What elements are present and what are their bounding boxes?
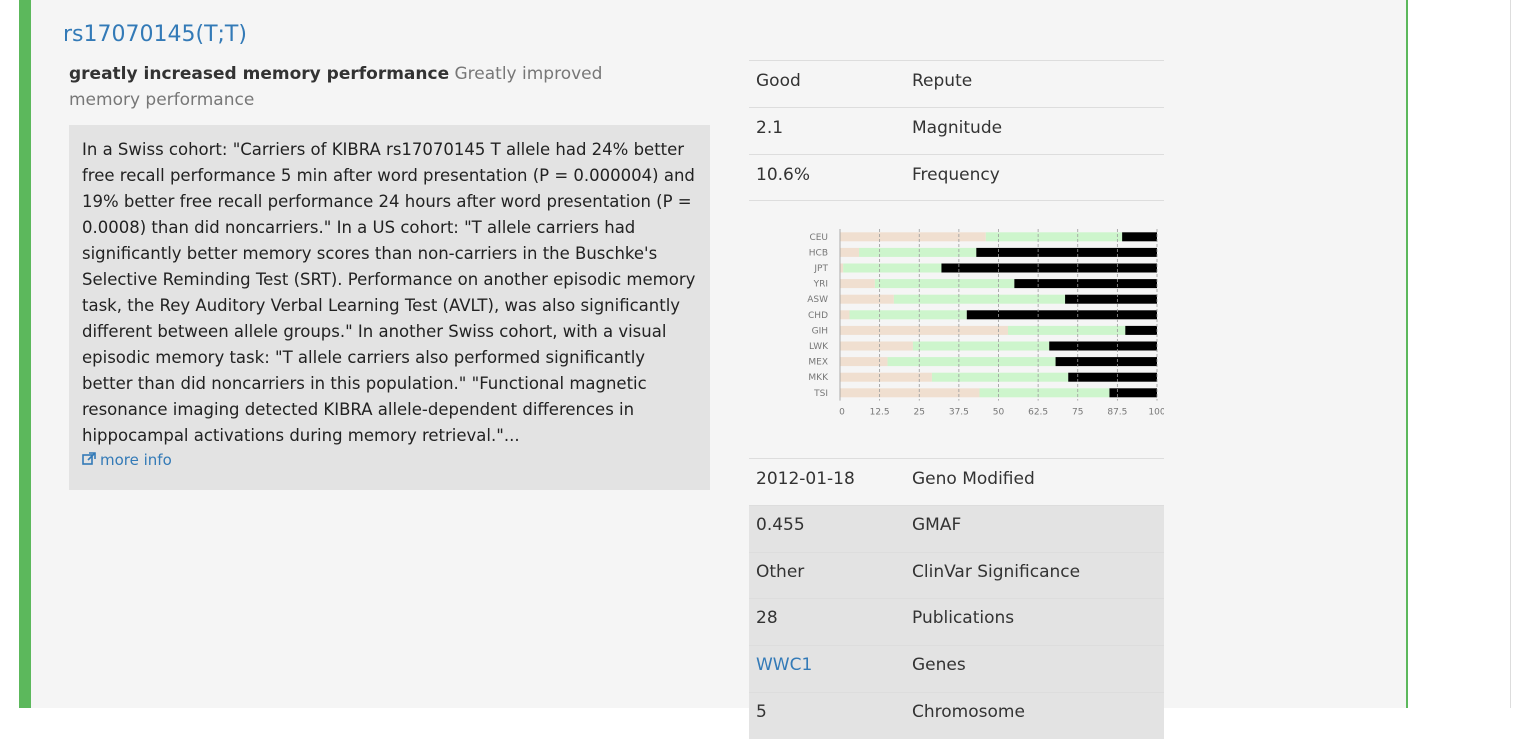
bar-mkk-segment-1	[840, 372, 932, 382]
x-tick-label-100: 100	[1148, 408, 1164, 418]
category-label-jpt: JPT	[813, 264, 828, 274]
repute-label: Repute	[912, 71, 973, 91]
info-table-top: Good Repute 2.1 Magnitude 10.6% Frequenc…	[749, 60, 1164, 201]
category-label-lwk: LWK	[809, 342, 829, 352]
external-link-icon	[82, 452, 96, 465]
population-frequency-chart: CEU HCB JPT YRI ASW CHD GIH LWK MEX MKK TSI 0 12.5 25…	[807, 229, 1164, 418]
bar-yri-segment-3	[1014, 279, 1157, 289]
category-label-ceu: CEU	[809, 233, 828, 243]
bar-tsi-segment-2	[979, 388, 1110, 398]
bar-yri-segment-1	[840, 279, 875, 289]
summary-bold: greatly increased memory performance	[69, 64, 450, 84]
category-label-asw: ASW	[807, 295, 828, 305]
magnitude-label: Magnitude	[912, 118, 1003, 138]
genotype-summary: greatly increased memory performance Gre…	[69, 61, 669, 113]
info-table-bottom: 2012-01-18 Geno Modified 0.455 GMAF Othe…	[749, 458, 1164, 739]
x-tick-label-87.5: 87.5	[1107, 408, 1127, 418]
bar-asw-segment-1	[840, 294, 894, 304]
bar-mkk-segment-3	[1068, 372, 1157, 382]
gene-link[interactable]: WWC1	[756, 655, 812, 675]
more-info-link[interactable]: more info	[82, 451, 172, 469]
category-label-chd: CHD	[808, 311, 828, 321]
category-label-yri: YRI	[813, 280, 828, 290]
x-tick-label-37.5: 37.5	[949, 408, 969, 418]
bar-mkk-segment-2	[931, 372, 1069, 382]
row-clinvar: Other ClinVar Significance	[749, 552, 1164, 598]
clinvar-value: Other	[756, 562, 805, 582]
bar-ceu-segment-2	[985, 232, 1123, 242]
more-info-label: more info	[100, 451, 172, 469]
bar-gih-segment-2	[1008, 325, 1126, 335]
bar-yri-segment-2	[874, 279, 1015, 289]
bar-ceu-segment-1	[840, 232, 986, 242]
x-tick-label-50: 50	[993, 408, 1005, 418]
geno-modified-value: 2012-01-18	[756, 469, 855, 489]
bar-jpt-segment-3	[941, 263, 1157, 273]
x-tick-label-25: 25	[914, 408, 925, 418]
row-geno-modified: 2012-01-18 Geno Modified	[749, 458, 1164, 505]
row-genes: WWC1 Genes	[749, 645, 1164, 692]
category-label-mex: MEX	[808, 358, 828, 368]
publications-value: 28	[756, 608, 778, 628]
chromosome-value: 5	[756, 702, 767, 722]
magnitude-value: 2.1	[756, 118, 784, 138]
genotype-panel: rs17070145(T;T) greatly increased memory…	[19, 0, 1408, 739]
x-tick-label-0: 0	[839, 408, 845, 418]
row-frequency: 10.6% Frequency	[749, 154, 1164, 201]
bar-jpt-segment-1	[840, 263, 844, 273]
row-chromosome: 5 Chromosome	[749, 692, 1164, 739]
frequency-label: Frequency	[912, 165, 1000, 185]
bar-lwk-segment-1	[840, 341, 913, 351]
x-tick-label-75: 75	[1072, 408, 1083, 418]
x-tick-label-12.5: 12.5	[870, 408, 890, 418]
bar-mex-segment-1	[840, 357, 888, 367]
geno-modified-label: Geno Modified	[912, 469, 1035, 489]
row-magnitude: 2.1 Magnitude	[749, 107, 1164, 154]
bar-chd-segment-2	[849, 310, 967, 320]
page-edge	[1510, 0, 1511, 708]
chromosome-label: Chromosome	[912, 702, 1025, 722]
gmaf-label: GMAF	[912, 515, 962, 535]
bar-gih-segment-3	[1125, 325, 1157, 335]
category-label-tsi: TSI	[813, 389, 828, 399]
bar-hcb-segment-1	[840, 247, 860, 257]
description-box: In a Swiss cohort: "Carriers of KIBRA rs…	[69, 125, 710, 490]
row-publications: 28 Publications	[749, 598, 1164, 645]
genes-label: Genes	[912, 655, 966, 675]
bar-lwk-segment-2	[912, 341, 1050, 351]
publications-label: Publications	[912, 608, 1015, 628]
genotype-title-link[interactable]: rs17070145(T;T)	[63, 22, 247, 47]
bar-lwk-segment-3	[1049, 341, 1157, 351]
x-tick-label-62.5: 62.5	[1028, 408, 1048, 418]
repute-value: Good	[756, 71, 801, 91]
bar-tsi-segment-3	[1109, 388, 1157, 398]
frequency-value: 10.6%	[756, 165, 811, 185]
row-repute: Good Repute	[749, 60, 1164, 107]
bar-mex-segment-3	[1055, 357, 1157, 367]
row-gmaf: 0.455 GMAF	[749, 505, 1164, 552]
clinvar-label: ClinVar Significance	[912, 562, 1081, 582]
bar-asw-segment-3	[1065, 294, 1157, 304]
gmaf-value: 0.455	[756, 515, 805, 535]
category-label-hcb: HCB	[809, 248, 828, 258]
bar-chd-segment-3	[966, 310, 1157, 320]
bar-hcb-segment-3	[976, 247, 1157, 257]
bar-ceu-segment-3	[1122, 232, 1157, 242]
bar-chd-segment-1	[840, 310, 850, 320]
category-label-mkk: MKK	[808, 373, 829, 383]
description-text: In a Swiss cohort: "Carriers of KIBRA rs…	[82, 140, 696, 445]
category-label-gih: GIH	[812, 326, 828, 336]
bar-mex-segment-2	[887, 357, 1056, 367]
bar-gih-segment-1	[840, 325, 1009, 335]
bar-jpt-segment-2	[843, 263, 942, 273]
